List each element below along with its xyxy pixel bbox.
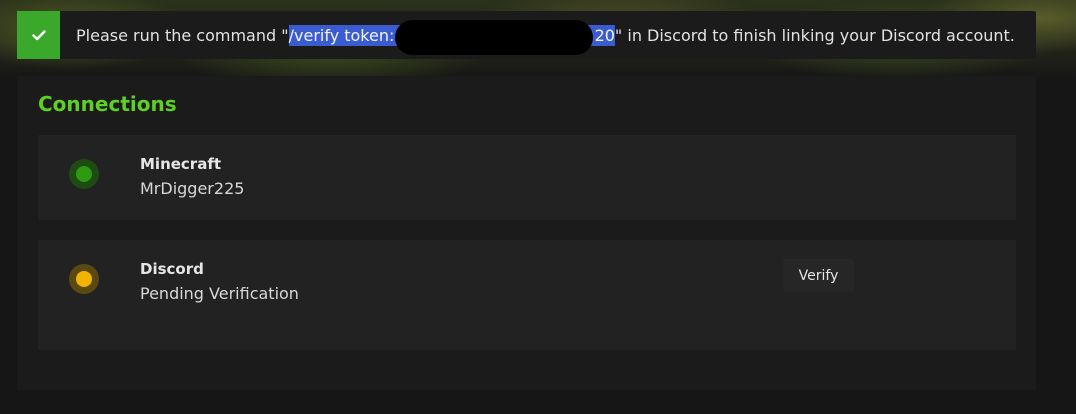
connections-card: Connections Minecraft MrDigger225 Discor… [17,76,1036,390]
notice-text-after: " in Discord to finish linking your Disc… [614,25,1015,45]
connection-name: Discord [140,260,204,278]
connection-minecraft: Minecraft MrDigger225 [38,135,1016,220]
verify-command-start: /verify token:6 [288,25,405,45]
status-dot-pending-icon [69,264,99,294]
page: Please run the command "/verify token:6 2… [0,0,1076,414]
notice-text-before: Please run the command " [76,25,289,45]
status-dot-core [76,166,92,182]
connections-title: Connections [38,92,177,116]
connection-status: Pending Verification [140,284,299,303]
checkmark-icon [17,11,60,59]
verify-command-end: 20 [594,25,615,45]
connection-name: Minecraft [140,155,222,173]
connection-username: MrDigger225 [140,179,245,198]
verify-button[interactable]: Verify [783,259,854,292]
redaction-mark [395,20,593,55]
status-dot-core [76,271,92,287]
connection-discord: Discord Pending Verification Verify [38,240,1016,350]
status-dot-linked-icon [69,159,99,189]
